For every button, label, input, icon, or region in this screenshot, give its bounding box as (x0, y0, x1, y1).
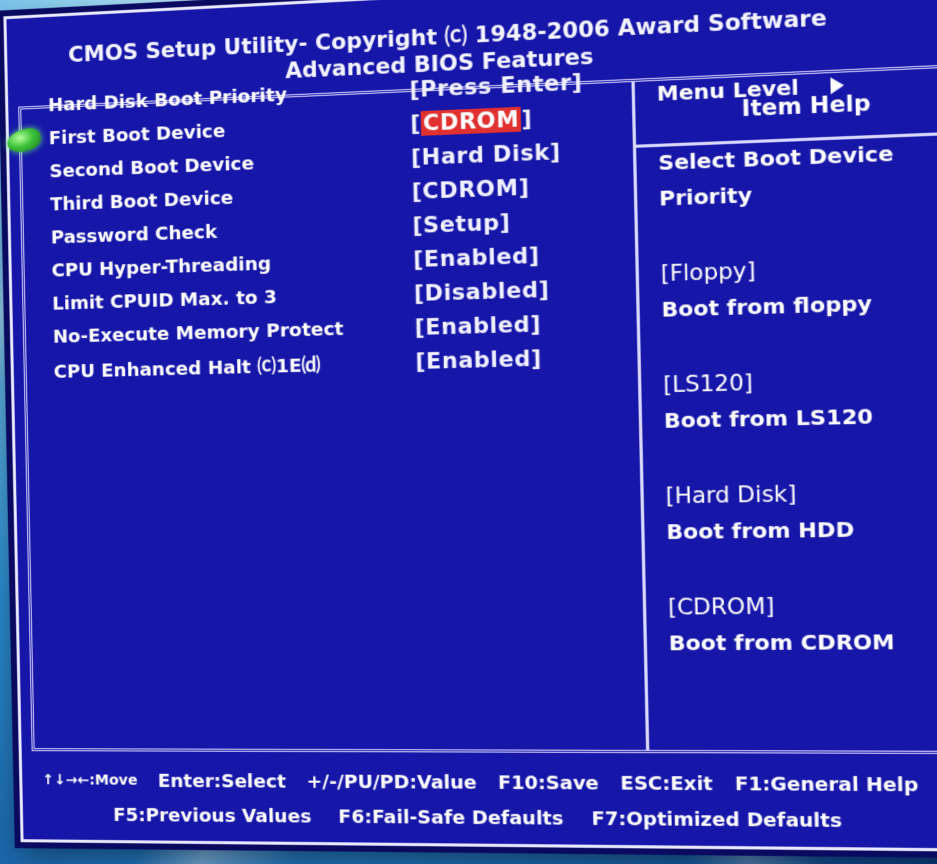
setting-name: CPU Enhanced Halt ⒞1E⒟ (53, 354, 321, 383)
selected-value: CDROM (420, 106, 522, 136)
setting-name: CPU Hyper-Threading (51, 253, 272, 282)
key-optimized-defaults: F7:Optimized Defaults (591, 807, 843, 832)
setting-value[interactable]: [Enabled] (415, 346, 542, 374)
setting-value[interactable]: [CDROM] (411, 174, 529, 203)
setting-value[interactable]: [Hard Disk] (411, 139, 561, 170)
setting-value[interactable]: [Setup] (412, 209, 510, 237)
setting-name: No-Execute Memory Protect (52, 318, 344, 348)
key-select: Enter:Select (157, 770, 287, 793)
key-fail-safe-defaults: F6:Fail-Safe Defaults (338, 805, 564, 830)
settings-list: Hard Disk Boot Priority [Press Enter] Fi… (5, 63, 617, 387)
panel-divider (631, 81, 650, 750)
help-option-desc: Boot from HDD (666, 516, 855, 545)
setting-name: Limit CPUID Max. to 3 (52, 286, 278, 315)
bios-screen: CMOS Setup Utility- Copyright ⒞ 1948-200… (3, 0, 937, 853)
bios-screen-wrap: CMOS Setup Utility- Copyright ⒞ 1948-200… (0, 0, 937, 864)
help-option-key: [CDROM] (667, 593, 775, 620)
setting-value[interactable]: [Disabled] (414, 277, 550, 306)
help-option-key: [LS120] (662, 370, 754, 398)
triangle-right-icon (829, 76, 844, 95)
help-option-key: [Hard Disk] (665, 481, 797, 509)
key-legend: ↑↓→←:Move Enter:Select +/-/PU/PD:Value F… (42, 763, 937, 840)
setting-value[interactable]: [Enabled] (413, 243, 540, 272)
menu-level: Menu Level (656, 63, 937, 109)
key-save: F10:Save (497, 771, 599, 795)
key-value: +/-/PU/PD:Value (306, 770, 477, 794)
setting-value[interactable]: [Enabled] (414, 311, 541, 339)
key-move: ↑↓→←:Move (42, 772, 138, 789)
key-previous-values: F5:Previous Values (113, 804, 312, 828)
key-exit: ESC:Exit (620, 772, 714, 795)
key-legend-line-2: F5:Previous Values F6:Fail-Safe Defaults… (43, 797, 937, 840)
setting-value[interactable]: [Press Enter] (409, 69, 582, 102)
help-option-desc: Boot from CDROM (668, 629, 895, 656)
help-option-desc: Boot from LS120 (663, 403, 874, 434)
key-help: F1:General Help (734, 772, 919, 797)
item-help-panel: Menu Level Select Boot Device Priority [… (656, 63, 937, 661)
setting-value[interactable]: [CDROM] (410, 106, 532, 136)
menu-level-label: Menu Level (656, 74, 800, 107)
